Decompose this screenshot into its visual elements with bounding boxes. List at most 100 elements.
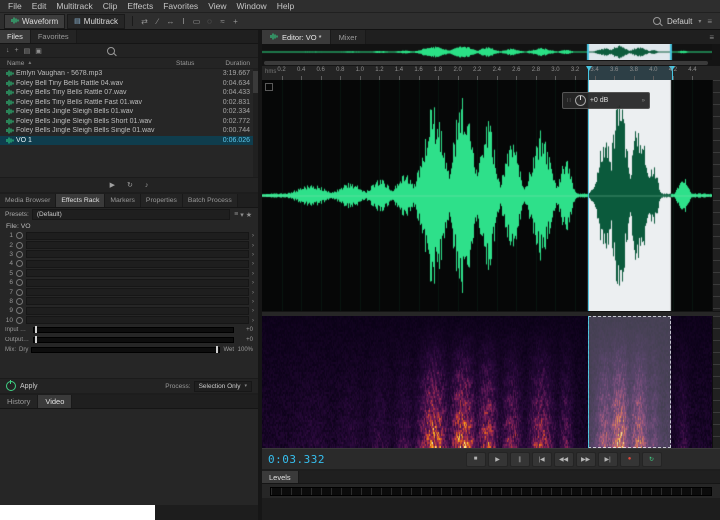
slot-field[interactable]	[26, 279, 249, 287]
volume-knob[interactable]	[575, 95, 586, 106]
slot-power-toggle[interactable]	[16, 232, 23, 239]
stop-button[interactable]: ■	[466, 452, 486, 467]
slot-power-toggle[interactable]	[16, 260, 23, 267]
waveform-view-button[interactable]: Waveform	[4, 14, 65, 29]
file-row[interactable]: Emlyn Vaughan - 5678.mp33:19.667	[0, 69, 258, 79]
lasso-selection-tool-icon[interactable]: ◌	[203, 15, 216, 27]
slip-tool-icon[interactable]: ↔	[164, 15, 177, 27]
spectrogram-selection[interactable]	[588, 316, 671, 448]
menu-multitrack[interactable]: Multitrack	[51, 1, 97, 11]
files-search-icon[interactable]	[107, 47, 115, 55]
tab-video[interactable]: Video	[38, 395, 72, 408]
column-status[interactable]: Status	[176, 60, 206, 67]
marquee-selection-tool-icon[interactable]: ▭	[190, 15, 203, 27]
new-content-icon[interactable]: +	[15, 47, 19, 55]
waveform-canvas[interactable]	[262, 80, 712, 311]
effect-slot[interactable]: 10›	[0, 316, 258, 325]
slot-field[interactable]	[26, 241, 249, 249]
column-duration[interactable]: Duration	[206, 60, 258, 67]
razor-tool-icon[interactable]: ∕	[151, 15, 164, 27]
menu-edit[interactable]: Edit	[27, 1, 52, 11]
menu-favorites[interactable]: Favorites	[158, 1, 203, 11]
skip-to-start-button[interactable]: |◀	[532, 452, 552, 467]
overview-canvas[interactable]	[262, 44, 712, 60]
tab-favorites[interactable]: Favorites	[31, 30, 77, 43]
rack-favorite-icon[interactable]: ★	[245, 211, 253, 219]
menu-help[interactable]: Help	[272, 1, 299, 11]
file-row[interactable]: Foley Bell Tiny Bells Rattle 04.wav0:04.…	[0, 79, 258, 89]
menu-file[interactable]: File	[3, 1, 27, 11]
volume-hud[interactable]: ∷ +0 dB »	[562, 92, 650, 109]
grabber-icon[interactable]	[265, 83, 273, 91]
tab-effects-rack[interactable]: Effects Rack	[56, 194, 105, 207]
tab-properties[interactable]: Properties	[141, 194, 183, 207]
slot-power-toggle[interactable]	[16, 307, 23, 314]
import-files-icon[interactable]: ↓	[6, 47, 10, 55]
spot-healing-tool-icon[interactable]: +	[229, 15, 242, 27]
preview-loop-button[interactable]: ↻	[127, 181, 133, 189]
tab-mixer[interactable]: Mixer	[331, 30, 366, 44]
column-name[interactable]: Name▲	[7, 60, 176, 67]
output-gain-slider[interactable]	[33, 337, 234, 343]
slot-power-toggle[interactable]	[16, 317, 23, 324]
effect-slot[interactable]: 7›	[0, 287, 258, 296]
menu-effects[interactable]: Effects	[122, 1, 158, 11]
play-button[interactable]: ▶	[488, 452, 508, 467]
preview-play-button[interactable]: ▶	[110, 181, 115, 189]
multitrack-view-button[interactable]: ▤ Multitrack	[67, 14, 125, 29]
slot-power-toggle[interactable]	[16, 289, 23, 296]
playhead[interactable]	[588, 316, 589, 448]
chevron-down-icon[interactable]: ▾	[698, 18, 701, 25]
workspace-switcher[interactable]: Default	[667, 17, 692, 26]
effect-slot[interactable]: 1›	[0, 231, 258, 240]
record-button[interactable]: ●	[620, 452, 640, 467]
tab-history[interactable]: History	[0, 395, 38, 408]
slot-power-toggle[interactable]	[16, 270, 23, 277]
rack-power-icon[interactable]	[6, 381, 16, 391]
effect-slot[interactable]: 2›	[0, 240, 258, 249]
pause-button[interactable]: ∥	[510, 452, 530, 467]
timeline-ruler[interactable]: hms 0.20.40.60.81.01.21.41.61.82.02.22.4…	[262, 66, 720, 81]
search-icon[interactable]	[653, 17, 661, 25]
skip-to-end-button[interactable]: ▶|	[598, 452, 618, 467]
slot-power-toggle[interactable]	[16, 279, 23, 286]
fast-forward-button[interactable]: ▶▶	[576, 452, 596, 467]
slot-field[interactable]	[26, 250, 249, 258]
menu-clip[interactable]: Clip	[98, 1, 123, 11]
tab-editor[interactable]: Editor: VO *	[262, 30, 331, 44]
effect-slot[interactable]: 9›	[0, 306, 258, 315]
menu-window[interactable]: Window	[231, 1, 271, 11]
slot-field[interactable]	[26, 307, 249, 315]
slot-field[interactable]	[26, 269, 249, 277]
tab-files[interactable]: Files	[0, 30, 31, 43]
time-selection-tool-icon[interactable]: I	[177, 15, 190, 27]
slot-field[interactable]	[26, 232, 249, 240]
paintbrush-tool-icon[interactable]: ≈	[216, 15, 229, 27]
slot-power-toggle[interactable]	[16, 242, 23, 249]
hud-drag-handle-icon[interactable]: ∷	[567, 97, 571, 104]
apply-button[interactable]: Apply	[20, 383, 38, 390]
hud-expand-icon[interactable]: »	[642, 98, 645, 104]
presets-dropdown[interactable]: (Default)	[32, 209, 230, 220]
preview-volume-icon[interactable]: ♪	[145, 182, 149, 189]
slot-field[interactable]	[26, 260, 249, 268]
process-dropdown[interactable]: Selection Only▾	[194, 381, 252, 392]
input-gain-slider[interactable]	[33, 327, 234, 333]
panel-options-icon[interactable]: ≡	[707, 17, 712, 26]
file-row[interactable]: Foley Bells Jingle Sleigh Bells 01.wav0:…	[0, 107, 258, 117]
panel-menu-icon[interactable]: ≡	[709, 30, 720, 44]
effect-slot[interactable]: 4›	[0, 259, 258, 268]
mix-slider[interactable]	[31, 347, 220, 353]
tab-batch-process[interactable]: Batch Process	[183, 194, 238, 207]
effect-slot[interactable]: 8›	[0, 297, 258, 306]
slot-field[interactable]	[26, 297, 249, 305]
file-row[interactable]: Foley Bells Tiny Bells Rattle Fast 01.wa…	[0, 98, 258, 108]
menu-view[interactable]: View	[203, 1, 231, 11]
folders-icon[interactable]: ▣	[35, 47, 42, 55]
file-row[interactable]: Foley Bells Tiny Bells Rattle 07.wav0:04…	[0, 88, 258, 98]
loop-playback-button[interactable]: ↻	[642, 452, 662, 467]
media-list-icon[interactable]: ▤	[24, 47, 31, 55]
effect-slot[interactable]: 6›	[0, 278, 258, 287]
tab-media-browser[interactable]: Media Browser	[0, 194, 56, 207]
playhead[interactable]	[588, 80, 589, 311]
